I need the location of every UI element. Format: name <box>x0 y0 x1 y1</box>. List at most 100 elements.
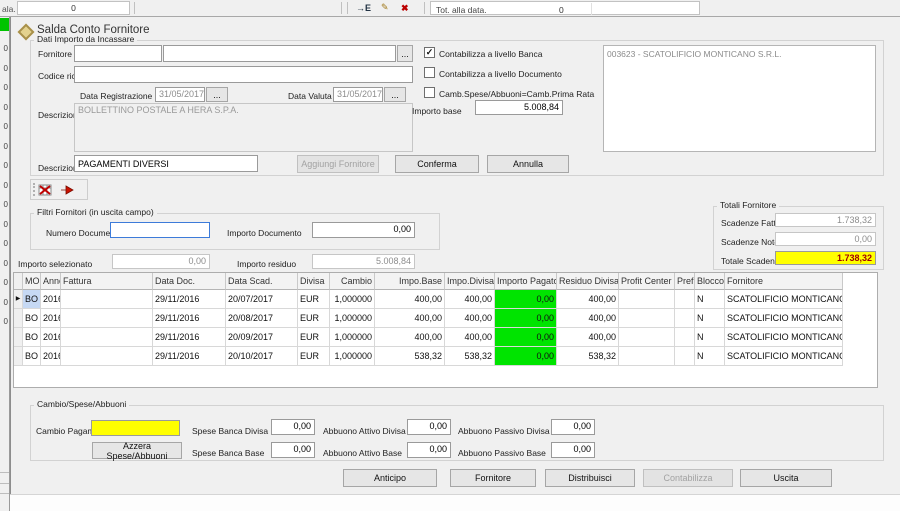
table-row[interactable]: BO201629/11/201620/09/2017EUR1,000000400… <box>14 328 877 347</box>
grid-cell[interactable] <box>619 309 675 328</box>
conferma-button[interactable]: Conferma <box>395 155 479 173</box>
grid-cell[interactable]: BO <box>23 290 41 309</box>
grid-cell[interactable]: 29/11/2016 <box>153 347 226 366</box>
grid-cell[interactable]: 400,00 <box>375 328 445 347</box>
supplier-listbox[interactable]: 003623 - SCATOLIFICIO MONTICANO S.R.L. <box>603 45 876 152</box>
data-valuta-browse-button[interactable]: ... <box>384 87 406 102</box>
grid-cell[interactable]: EUR <box>298 328 330 347</box>
grid-cell[interactable]: EUR <box>298 347 330 366</box>
grid-cell[interactable]: 0,00 <box>495 290 557 309</box>
grid-cell[interactable] <box>61 309 153 328</box>
checkbox-camb-spese[interactable] <box>424 87 435 98</box>
importo-base-input[interactable]: 5.008,84 <box>475 100 563 115</box>
aggiungi-fornitore-button[interactable]: Aggiungi Fornitore <box>297 155 379 173</box>
grid-header-cell[interactable]: Impo.Base <box>375 273 445 290</box>
grid-cell[interactable] <box>619 328 675 347</box>
grid-cell[interactable]: 20/08/2017 <box>226 309 298 328</box>
supplier-list-item[interactable]: 003623 - SCATOLIFICIO MONTICANO S.R.L. <box>607 49 781 59</box>
abbuono-attivo-divisa-input[interactable]: 0,00 <box>407 419 451 435</box>
grid-cell[interactable]: SCATOLIFICIO MONTICANO <box>725 347 843 366</box>
grid-cell[interactable]: 1,000000 <box>330 309 375 328</box>
grid-cell[interactable]: N <box>695 290 725 309</box>
grid-cell[interactable] <box>675 328 695 347</box>
grid-cell[interactable]: 538,32 <box>445 347 495 366</box>
grid-header-cell[interactable]: Anno <box>41 273 61 290</box>
grid-cell[interactable]: SCATOLIFICIO MONTICANO <box>725 309 843 328</box>
descrizione-input[interactable] <box>74 155 258 172</box>
grid-cell[interactable]: 2016 <box>41 309 61 328</box>
abbuono-passivo-base-input[interactable]: 0,00 <box>551 442 595 458</box>
grid-cell[interactable]: N <box>695 347 725 366</box>
red-arrow-icon[interactable] <box>59 183 75 197</box>
grid-cell[interactable] <box>675 347 695 366</box>
pencil-icon[interactable]: ✎ <box>381 1 389 14</box>
table-row[interactable]: BO201629/11/201620/10/2017EUR1,000000538… <box>14 347 877 366</box>
grid-cell[interactable]: 20/09/2017 <box>226 328 298 347</box>
grid-header-cell[interactable]: Data Scad. <box>226 273 298 290</box>
grid-cell[interactable]: 400,00 <box>557 290 619 309</box>
grid-cell[interactable]: 400,00 <box>445 328 495 347</box>
delete-icon[interactable]: ✖ <box>401 2 409 15</box>
grid-header-cell[interactable]: Divisa <box>298 273 330 290</box>
grid-cell[interactable]: 538,32 <box>375 347 445 366</box>
grid-cell[interactable]: 1,000000 <box>330 290 375 309</box>
grid-cell[interactable]: 400,00 <box>557 309 619 328</box>
grid-header-cell[interactable]: Impo.Divisa <box>445 273 495 290</box>
grid-header-cell[interactable]: Data Doc. <box>153 273 226 290</box>
grid-cell[interactable]: 1,000000 <box>330 347 375 366</box>
grid-header-cell[interactable]: MO. <box>23 273 41 290</box>
row-selector[interactable] <box>14 347 23 366</box>
row-selector[interactable] <box>14 309 23 328</box>
grid-header-cell[interactable]: Cambio <box>330 273 375 290</box>
grid-cell[interactable]: 1,000000 <box>330 328 375 347</box>
table-row[interactable]: BO201629/11/201620/08/2017EUR1,000000400… <box>14 309 877 328</box>
scadenze-grid[interactable]: MO.AnnoFatturaData Doc.Data Scad.DivisaC… <box>13 272 878 388</box>
grid-cell[interactable]: SCATOLIFICIO MONTICANO <box>725 328 843 347</box>
data-valuta-input[interactable]: 31/05/2017 <box>333 87 383 102</box>
grid-header-cell[interactable]: Profit Center <box>619 273 675 290</box>
grid-cell[interactable]: 2016 <box>41 328 61 347</box>
grid-cell[interactable] <box>619 290 675 309</box>
data-registrazione-browse-button[interactable]: ... <box>206 87 228 102</box>
fornitore-browse-button[interactable]: ... <box>397 45 413 62</box>
grid-cell[interactable]: SCATOLIFICIO MONTICANO <box>725 290 843 309</box>
grid-cell[interactable]: 0,00 <box>495 328 557 347</box>
numero-documento-input[interactable] <box>110 222 210 238</box>
data-registrazione-input[interactable]: 31/05/2017 <box>155 87 205 102</box>
grid-cell[interactable]: EUR <box>298 309 330 328</box>
grid-cell[interactable]: N <box>695 328 725 347</box>
export-icon[interactable]: →E <box>356 2 371 15</box>
grid-corner-cell[interactable] <box>14 273 23 290</box>
row-selector[interactable] <box>14 328 23 347</box>
row-selector[interactable]: ▶ <box>14 290 23 309</box>
grid-header-cell[interactable]: Importo Pagato <box>495 273 557 290</box>
grid-cell[interactable]: 2016 <box>41 290 61 309</box>
grid-header-cell[interactable]: Fornitore <box>725 273 843 290</box>
grid-cell[interactable] <box>61 290 153 309</box>
checkbox-contabilizza-documento[interactable] <box>424 67 435 78</box>
grid-cell[interactable]: 29/11/2016 <box>153 290 226 309</box>
grid-cell[interactable]: BO <box>23 347 41 366</box>
fornitore-name-input[interactable] <box>163 45 396 62</box>
importo-documento-input[interactable]: 0,00 <box>312 222 415 238</box>
grid-cell[interactable]: 400,00 <box>445 309 495 328</box>
grid-cell[interactable]: 29/11/2016 <box>153 328 226 347</box>
grid-cell[interactable]: BO <box>23 309 41 328</box>
anticipo-button[interactable]: Anticipo <box>343 469 437 487</box>
grid-cell[interactable]: 0,00 <box>495 309 557 328</box>
grid-cell[interactable]: EUR <box>298 290 330 309</box>
grid-cell[interactable] <box>619 347 675 366</box>
grid-cell[interactable] <box>675 290 695 309</box>
grid-cell[interactable]: 20/10/2017 <box>226 347 298 366</box>
checkbox-contabilizza-banca[interactable] <box>424 47 435 58</box>
cambio-pagamento-input[interactable] <box>91 420 180 436</box>
grid-cell[interactable]: 400,00 <box>557 328 619 347</box>
grid-cell[interactable]: BO <box>23 328 41 347</box>
grid-cell[interactable]: 400,00 <box>375 290 445 309</box>
abbuono-attivo-base-input[interactable]: 0,00 <box>407 442 451 458</box>
grid-cell[interactable] <box>675 309 695 328</box>
grid-cell[interactable]: 538,32 <box>557 347 619 366</box>
grid-cell[interactable]: 2016 <box>41 347 61 366</box>
codice-ricerca-input[interactable] <box>74 66 413 83</box>
fornitore-button[interactable]: Fornitore <box>450 469 536 487</box>
